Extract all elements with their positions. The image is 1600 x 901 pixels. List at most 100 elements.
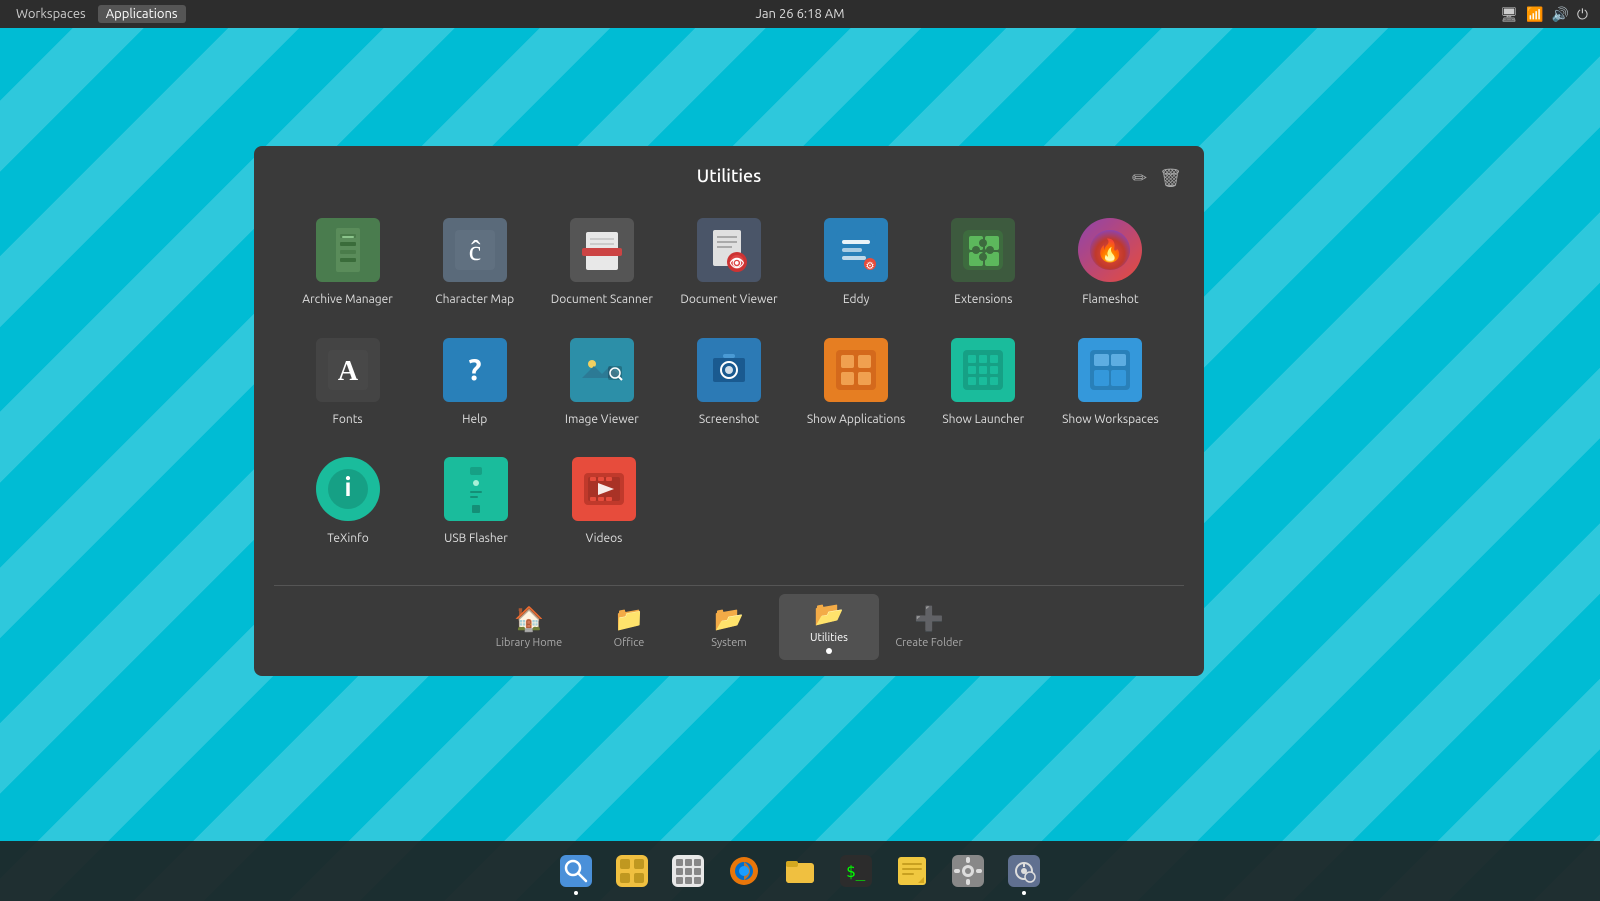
show-launcher-label: Show Launcher	[942, 412, 1024, 428]
app-texinfo[interactable]: i TeXinfo	[284, 445, 412, 555]
svg-text:$_: $_	[846, 862, 866, 881]
texinfo-label: TeXinfo	[327, 531, 368, 547]
svg-text:?: ?	[468, 352, 481, 386]
taskbar-dot	[574, 891, 578, 895]
app-flameshot[interactable]: 🔥 Flameshot	[1047, 206, 1174, 316]
office-icon: 📁	[614, 605, 644, 633]
apps-row-3: i TeXinfo	[284, 445, 1174, 555]
app-document-viewer[interactable]: 👁 Document Viewer	[665, 206, 792, 316]
taskbar-system-settings[interactable]	[942, 845, 994, 897]
document-scanner-icon	[570, 218, 634, 282]
svg-text:A: A	[337, 356, 358, 387]
dialog-bottom-nav: 🏠 Library Home 📁 Office 📂 System 📂 Utili…	[254, 586, 1204, 676]
app-character-map[interactable]: ĉ Character Map	[411, 206, 538, 316]
dialog-title: Utilities	[697, 166, 761, 186]
create-folder-icon: ➕	[914, 605, 944, 633]
dialog-header-actions: ✏ 🗑	[1130, 166, 1184, 191]
show-workspaces-icon	[1078, 338, 1142, 402]
flameshot-label: Flameshot	[1082, 292, 1138, 308]
app-help[interactable]: ? Help	[411, 326, 538, 436]
workspaces-menu[interactable]: Workspaces	[8, 5, 94, 23]
svg-text:⚙: ⚙	[866, 260, 875, 271]
app-extensions[interactable]: Extensions	[920, 206, 1047, 316]
utilities-label: Utilities	[810, 632, 848, 644]
nav-create-folder[interactable]: ➕ Create Folder	[879, 599, 979, 655]
applications-menu[interactable]: Applications	[98, 5, 186, 23]
main-area: Utilities ✏ 🗑	[0, 28, 1600, 901]
extensions-icon	[951, 218, 1015, 282]
delete-button[interactable]: 🗑	[1157, 166, 1184, 191]
edit-button[interactable]: ✏	[1130, 166, 1149, 191]
archive-manager-label: Archive Manager	[302, 292, 393, 308]
svg-text:i: i	[344, 472, 351, 501]
topbar-right: 🖥 📶 🔊 ⏻	[1500, 6, 1600, 23]
taskbar-mosaic[interactable]	[606, 845, 658, 897]
taskbar-terminal[interactable]: $_	[830, 845, 882, 897]
volume-icon: 🔊	[1551, 6, 1568, 23]
eddy-label: Eddy	[843, 292, 869, 308]
active-indicator	[826, 648, 832, 654]
image-viewer-label: Image Viewer	[565, 412, 639, 428]
apps-row-1: Archive Manager ĉ Character Map	[284, 206, 1174, 316]
texinfo-icon: i	[316, 457, 380, 521]
help-icon: ?	[443, 338, 507, 402]
nav-office[interactable]: 📁 Office	[579, 599, 679, 655]
svg-text:🔥: 🔥	[1097, 238, 1124, 263]
taskbar-firefox[interactable]	[718, 845, 770, 897]
taskbar-app-grid[interactable]	[662, 845, 714, 897]
eddy-icon: ⚙	[824, 218, 888, 282]
topbar-clock: Jan 26 6:18 AM	[755, 7, 844, 21]
fonts-label: Fonts	[333, 412, 363, 428]
nav-system[interactable]: 📂 System	[679, 599, 779, 655]
dialog-header: Utilities ✏ 🗑	[254, 146, 1204, 196]
videos-label: Videos	[586, 531, 623, 547]
app-usb-flasher[interactable]: USB Flasher	[412, 445, 540, 555]
app-screenshot[interactable]: Screenshot	[665, 326, 792, 436]
app-document-scanner[interactable]: Document Scanner	[538, 206, 665, 316]
app-show-applications[interactable]: Show Applications	[793, 326, 920, 436]
system-icon: 📂	[714, 605, 744, 633]
topbar: Workspaces Applications Jan 26 6:18 AM 🖥…	[0, 0, 1600, 28]
videos-icon	[572, 457, 636, 521]
app-show-workspaces[interactable]: Show Workspaces	[1047, 326, 1174, 436]
app-fonts[interactable]: A Fonts	[284, 326, 411, 436]
usb-flasher-icon	[444, 457, 508, 521]
display-icon: 🖥	[1500, 6, 1518, 23]
document-scanner-label: Document Scanner	[551, 292, 653, 308]
taskbar-files[interactable]	[774, 845, 826, 897]
usb-flasher-label: USB Flasher	[444, 531, 508, 547]
taskbar: $_	[0, 841, 1600, 901]
character-map-icon: ĉ	[443, 218, 507, 282]
svg-text:ĉ: ĉ	[468, 236, 480, 267]
create-folder-label: Create Folder	[895, 637, 962, 649]
taskbar-sticky-notes[interactable]	[886, 845, 938, 897]
screenshot-label: Screenshot	[699, 412, 759, 428]
app-eddy[interactable]: ⚙ Eddy	[793, 206, 920, 316]
app-show-launcher[interactable]: Show Launcher	[920, 326, 1047, 436]
app-videos[interactable]: Videos	[540, 445, 668, 555]
document-viewer-label: Document Viewer	[680, 292, 777, 308]
app-archive-manager[interactable]: Archive Manager	[284, 206, 411, 316]
extensions-label: Extensions	[954, 292, 1012, 308]
taskbar-search[interactable]	[550, 845, 602, 897]
image-viewer-icon	[570, 338, 634, 402]
character-map-label: Character Map	[435, 292, 514, 308]
topbar-left: Workspaces Applications	[0, 5, 186, 23]
taskbar-tweaks[interactable]	[998, 845, 1050, 897]
network-icon: 📶	[1526, 6, 1543, 23]
utilities-icon: 📂	[814, 600, 844, 628]
screenshot-icon	[697, 338, 761, 402]
help-label: Help	[462, 412, 487, 428]
system-label: System	[711, 637, 747, 649]
app-image-viewer[interactable]: Image Viewer	[538, 326, 665, 436]
svg-text:👁: 👁	[729, 257, 744, 270]
nav-utilities[interactable]: 📂 Utilities	[779, 594, 879, 660]
apps-area: Archive Manager ĉ Character Map	[254, 196, 1204, 585]
library-home-icon: 🏠	[514, 605, 544, 633]
archive-manager-icon	[316, 218, 380, 282]
nav-library-home[interactable]: 🏠 Library Home	[479, 599, 579, 655]
show-applications-icon	[824, 338, 888, 402]
flameshot-icon: 🔥	[1078, 218, 1142, 282]
document-viewer-icon: 👁	[697, 218, 761, 282]
office-label: Office	[614, 637, 645, 649]
